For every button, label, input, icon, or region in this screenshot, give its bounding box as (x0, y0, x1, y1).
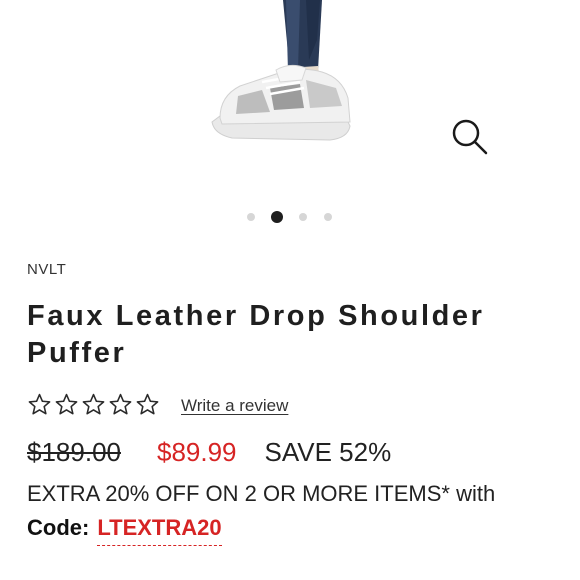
promo-code-label: Code: (27, 515, 90, 540)
savings-badge: SAVE 52% (264, 437, 392, 467)
price-row: $189.00 $89.99 SAVE 52% (27, 437, 391, 468)
star-outline-icon (27, 392, 52, 417)
star-outline-icon (54, 392, 79, 417)
carousel-dot-4[interactable] (324, 213, 332, 221)
promo-code-value[interactable]: LTEXTRA20 (97, 515, 222, 546)
carousel-dot-3[interactable] (299, 213, 307, 221)
promo-code-row: Code: LTEXTRA20 (27, 515, 222, 546)
brand-name[interactable]: NVLT (27, 261, 66, 278)
product-title: Faux Leather Drop Shoulder Puffer (27, 300, 485, 369)
product-photo-sneaker (211, 0, 351, 141)
rating-stars[interactable] (27, 392, 160, 417)
write-review-link[interactable]: Write a review (181, 396, 288, 416)
star-outline-icon (81, 392, 106, 417)
promo-text: EXTRA 20% OFF ON 2 OR MORE ITEMS* with (27, 481, 496, 506)
original-price: $189.00 (27, 437, 121, 467)
star-outline-icon (135, 392, 160, 417)
carousel-dot-1[interactable] (247, 213, 255, 221)
product-image[interactable] (0, 0, 580, 200)
magnifier-icon[interactable] (448, 115, 492, 159)
carousel-dot-2-active[interactable] (271, 211, 283, 223)
sale-price: $89.99 (156, 437, 237, 467)
star-outline-icon (108, 392, 133, 417)
